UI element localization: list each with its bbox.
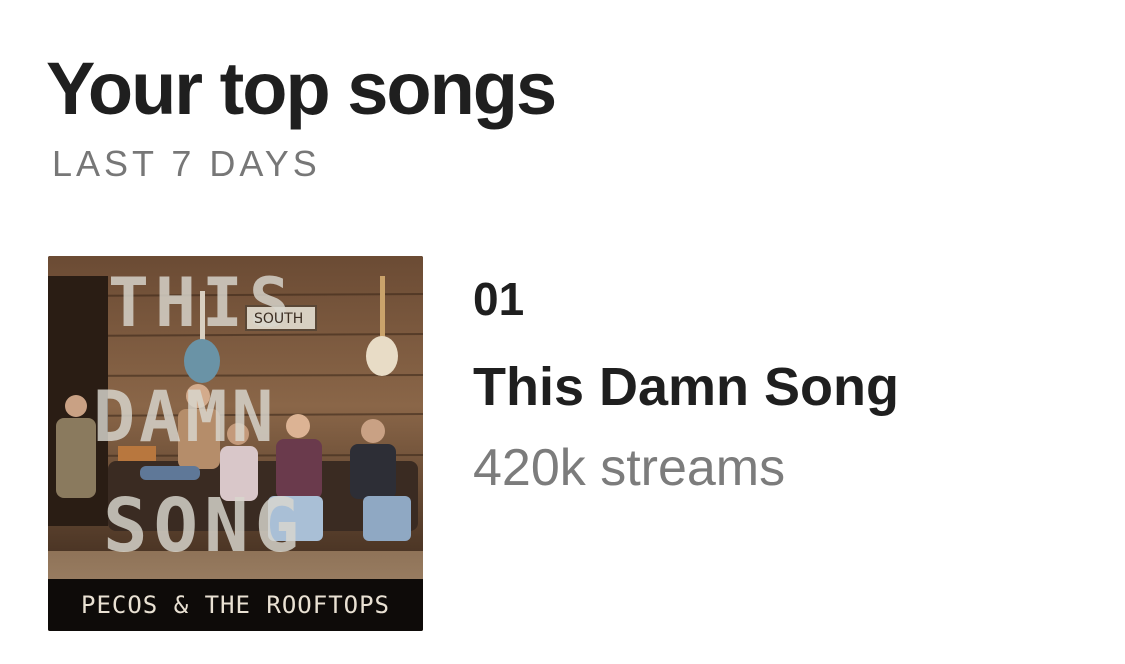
cover-sign-text: SOUTH: [254, 311, 303, 327]
track-rank: 01: [473, 273, 525, 325]
svg-text:THIS: THIS: [108, 264, 296, 343]
cover-band-text: PECOS & THE ROOFTOPS: [81, 591, 390, 619]
track-row[interactable]: THIS DAMN SONG SOUTH PECOS & THE ROOFTOP…: [48, 256, 1088, 632]
album-cover[interactable]: THIS DAMN SONG SOUTH PECOS & THE ROOFTOP…: [48, 256, 423, 631]
track-title[interactable]: This Damn Song: [473, 360, 899, 414]
svg-text:SONG: SONG: [103, 483, 305, 569]
svg-text:DAMN: DAMN: [93, 376, 278, 458]
period-label: LAST 7 DAYS: [52, 143, 321, 184]
album-cover-art: THIS DAMN SONG SOUTH: [48, 256, 423, 631]
top-songs-card: Your top songs LAST 7 DAYS THIS DAMN SON…: [0, 0, 1125, 664]
track-streams: 420k streams: [473, 439, 786, 497]
page-title: Your top songs: [46, 47, 557, 130]
cover-band-banner: PECOS & THE ROOFTOPS: [48, 579, 423, 631]
track-info: 01 This Damn Song 420k streams: [473, 276, 899, 494]
